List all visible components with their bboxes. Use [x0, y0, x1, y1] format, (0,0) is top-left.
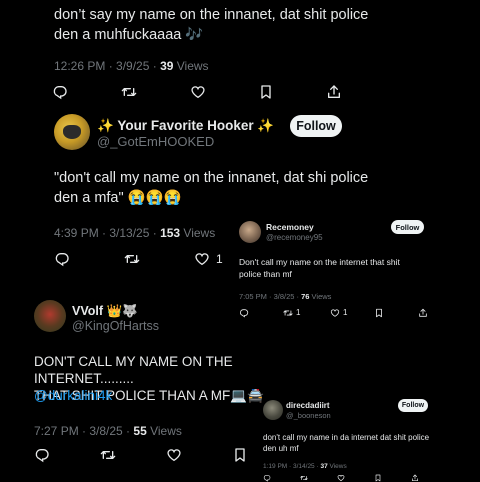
tweet-text: "don't call my name on the innanet, dat … — [54, 170, 369, 206]
tweet-time: 1:19 PM · 3/14/25 · — [263, 463, 321, 470]
handle[interactable]: @_GotEmHOOKED — [97, 134, 214, 149]
retweet-icon[interactable] — [283, 308, 293, 318]
like-icon[interactable] — [337, 474, 345, 482]
views-count: 37 — [320, 463, 328, 470]
avatar[interactable] — [34, 300, 66, 332]
tweet-time: 12:26 PM · 3/9/25 · — [54, 59, 161, 73]
reply-icon[interactable] — [34, 447, 50, 463]
retweet-icon[interactable] — [121, 84, 137, 100]
retweet-count: 1 — [296, 308, 301, 317]
bookmark-icon[interactable] — [374, 308, 384, 318]
retweet-icon[interactable] — [300, 474, 308, 482]
display-name[interactable]: Recemoney — [266, 222, 314, 232]
views-label: Views — [173, 59, 209, 73]
bookmark-icon[interactable] — [258, 84, 274, 100]
views-label: Views — [180, 226, 216, 240]
like-icon[interactable] — [190, 84, 206, 100]
tweet-meta: 7:27 PM · 3/8/25 · 55 Views — [34, 424, 182, 438]
tweet-time: 4:39 PM · 3/13/25 · — [54, 226, 161, 240]
follow-button[interactable]: Follow — [398, 399, 428, 412]
follow-button[interactable]: Follow — [391, 220, 424, 234]
tweet-text: don’t say my name on the innanet, dat sh… — [54, 7, 369, 43]
views-count: 39 — [160, 59, 174, 73]
tweet-time: 7:27 PM · 3/8/25 · — [34, 424, 134, 438]
tweet-meta: 7:05 PM · 3/8/25 · 76 Views — [239, 292, 331, 301]
share-icon[interactable] — [418, 308, 428, 318]
handle[interactable]: @KingOfHartss — [72, 319, 159, 333]
like-icon[interactable] — [166, 447, 182, 463]
like-icon[interactable] — [330, 308, 340, 318]
retweet-icon[interactable] — [100, 447, 116, 463]
tweet-meta: 4:39 PM · 3/13/25 · 153 Views — [54, 226, 215, 240]
tweet-text: Don't call my name on the internet that … — [239, 257, 400, 279]
avatar[interactable] — [263, 400, 283, 420]
display-name[interactable]: VVolf 👑🐺 — [72, 304, 138, 319]
follow-button[interactable]: Follow — [290, 115, 342, 137]
handle[interactable]: @recemoney95 — [266, 233, 323, 242]
views-label: Views — [327, 463, 347, 470]
mention-link[interactable]: @durkalini4k — [34, 388, 112, 403]
tweet-text: don't call my name in da internet dat sh… — [263, 433, 430, 453]
share-icon[interactable] — [411, 474, 419, 482]
retweet-icon[interactable] — [124, 251, 140, 267]
tweet-meta: 12:26 PM · 3/9/25 · 39 Views — [54, 59, 209, 73]
like-count: 1 — [343, 308, 348, 317]
bookmark-icon[interactable] — [232, 447, 248, 463]
views-label: Views — [309, 292, 332, 301]
share-icon[interactable] — [326, 84, 342, 100]
bookmark-icon[interactable] — [374, 474, 382, 482]
avatar[interactable] — [239, 221, 261, 243]
views-count: 55 — [133, 424, 147, 438]
like-icon[interactable] — [194, 251, 210, 267]
avatar[interactable] — [54, 114, 90, 150]
tweet-meta: 1:19 PM · 3/14/25 · 37 Views — [263, 463, 347, 470]
reply-icon[interactable] — [239, 308, 249, 318]
tweet-time: 7:05 PM · 3/8/25 · — [239, 292, 302, 301]
display-name[interactable]: direcdadiirt — [286, 401, 330, 410]
reply-icon[interactable] — [52, 84, 68, 100]
views-label: Views — [146, 424, 182, 438]
reply-icon[interactable] — [54, 251, 70, 267]
like-count: 1 — [216, 252, 223, 266]
display-name[interactable]: ✨ Your Favorite Hooker ✨ — [97, 118, 274, 134]
views-count: 153 — [160, 226, 181, 240]
reply-icon[interactable] — [263, 474, 271, 482]
handle[interactable]: @_booneson — [286, 411, 331, 420]
